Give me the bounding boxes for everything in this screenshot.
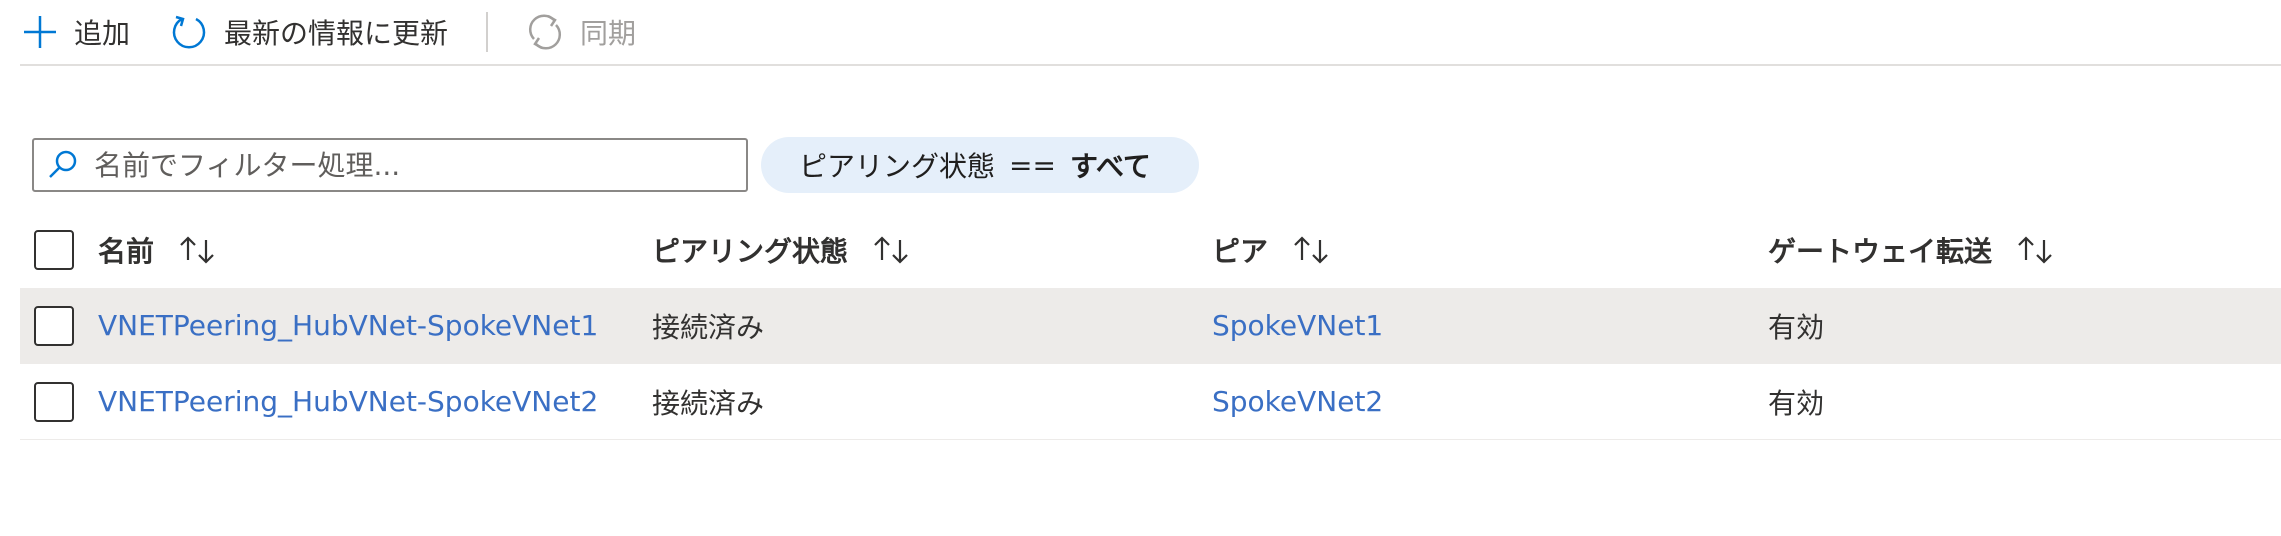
search-box[interactable] — [32, 138, 748, 192]
refresh-button[interactable]: 最新の情報に更新 — [168, 0, 448, 64]
command-bar: 追加 最新の情報に更新 同期 — [20, 0, 2281, 66]
peering-name-link[interactable]: VNETPeering_HubVNet-SpokeVNet2 — [98, 364, 598, 439]
table-header: 名前 ピアリング状態 ピア ゲートウェイ転送 — [20, 212, 2281, 288]
column-header-label: ピア — [1212, 235, 1269, 268]
peering-state: 接続済み — [652, 386, 765, 420]
column-header-label: 名前 — [98, 235, 155, 268]
column-header-label: ゲートウェイ転送 — [1768, 235, 1993, 268]
column-header-peering-state[interactable]: ピアリング状態 — [652, 212, 914, 288]
column-header-label: ピアリング状態 — [652, 235, 849, 268]
filter-operator: == — [1009, 148, 1056, 182]
filter-field: ピアリング状態 — [799, 150, 996, 183]
table-row[interactable]: VNETPeering_HubVNet-SpokeVNet2 接続済み Spok… — [20, 364, 2281, 440]
peer-link[interactable]: SpokeVNet1 — [1212, 288, 1383, 363]
sort-icon[interactable] — [870, 234, 914, 266]
gateway-transit-value: 有効 — [1768, 386, 1825, 420]
column-header-peer[interactable]: ピア — [1212, 212, 1334, 288]
peering-state: 接続済み — [652, 310, 765, 344]
sync-icon — [524, 11, 566, 53]
sort-icon[interactable] — [176, 234, 220, 266]
search-input[interactable] — [92, 147, 716, 183]
search-icon — [46, 148, 80, 182]
add-button[interactable]: 追加 — [20, 0, 130, 64]
sort-icon[interactable] — [1290, 234, 1334, 266]
refresh-label: 最新の情報に更新 — [224, 17, 449, 50]
plus-icon — [20, 12, 60, 52]
sync-button[interactable]: 同期 — [524, 0, 636, 64]
column-header-name[interactable]: 名前 — [98, 212, 220, 288]
refresh-icon — [168, 11, 210, 53]
select-all-checkbox[interactable] — [34, 230, 74, 270]
column-header-gateway-transit[interactable]: ゲートウェイ転送 — [1768, 212, 2058, 288]
row-checkbox[interactable] — [34, 381, 74, 422]
add-label: 追加 — [74, 17, 131, 50]
peer-link[interactable]: SpokeVNet2 — [1212, 364, 1383, 439]
peering-name-link[interactable]: VNETPeering_HubVNet-SpokeVNet1 — [98, 288, 598, 363]
gateway-transit-value: 有効 — [1768, 310, 1825, 344]
table-row[interactable]: VNETPeering_HubVNet-SpokeVNet1 接続済み Spok… — [20, 288, 2281, 364]
toolbar-divider — [486, 12, 489, 52]
peering-state-filter-pill[interactable]: ピアリング状態 == すべて — [761, 137, 1199, 193]
filter-value: すべて — [1069, 150, 1151, 183]
filter-bar: ピアリング状態 == すべて — [32, 136, 1199, 194]
sync-label: 同期 — [580, 17, 637, 50]
row-checkbox[interactable] — [34, 305, 74, 346]
sort-icon[interactable] — [2014, 234, 2058, 266]
peerings-table: 名前 ピアリング状態 ピア ゲートウェイ転送 VNETPeering_HubVN… — [20, 212, 2281, 440]
